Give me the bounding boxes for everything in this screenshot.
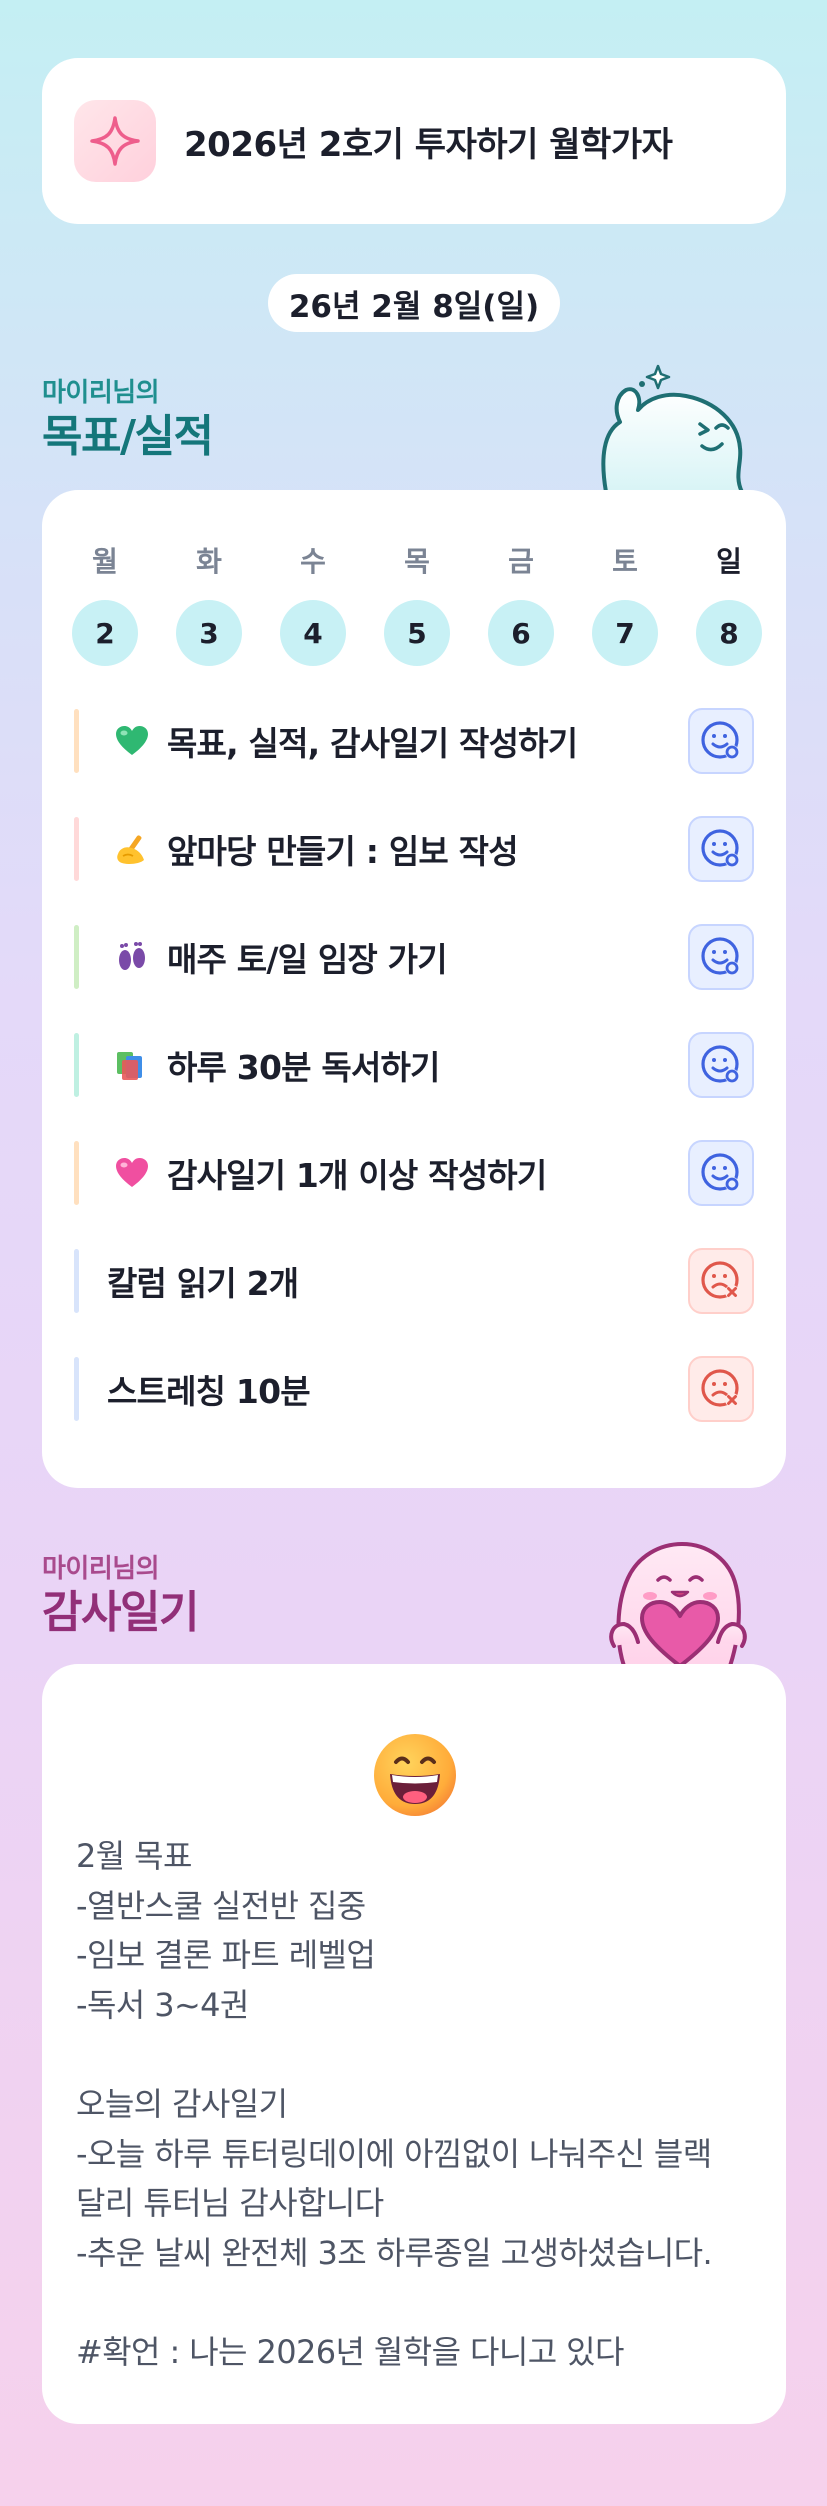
goal-item: 감사일기 1개 이상 작성하기	[74, 1138, 754, 1208]
status-done-button[interactable]	[688, 1032, 754, 1098]
status-done-button[interactable]	[688, 1140, 754, 1206]
writing-hand-icon	[113, 830, 151, 868]
sad-face-x-icon	[701, 1369, 739, 1407]
sparkle-icon	[74, 100, 156, 182]
smiley-check-icon	[701, 1153, 739, 1191]
diary-line: 달리 튜터님 감사합니다	[76, 2184, 384, 2223]
goal-label: 감사일기 1개 이상 작성하기	[167, 1156, 547, 1195]
green-heart-icon	[113, 722, 151, 760]
sad-face-x-icon	[701, 1261, 739, 1299]
goal-color-bar	[74, 1357, 79, 1421]
goal-color-bar	[74, 1249, 79, 1313]
status-not-done-button[interactable]	[688, 1248, 754, 1314]
status-done-button[interactable]	[688, 816, 754, 882]
diary-line: -추운 날씨 완전체 3조 하루종일 고생하셨습니다.	[76, 2233, 713, 2272]
smiley-check-icon	[701, 829, 739, 867]
day-monday[interactable]: 월 2	[72, 540, 138, 666]
diary-line	[76, 2030, 766, 2080]
day-name: 토	[612, 545, 638, 578]
status-done-button[interactable]	[688, 924, 754, 990]
goal-item: 칼럼 읽기 2개	[74, 1246, 754, 1316]
day-number[interactable]: 3	[176, 600, 242, 666]
day-number[interactable]: 4	[280, 600, 346, 666]
diary-text: 2월 목표 -열반스쿨 실전반 집중 -임보 결론 파트 레벨업 -독서 3~4…	[76, 1832, 766, 2378]
day-number[interactable]: 8	[696, 600, 762, 666]
day-name: 일	[716, 545, 742, 578]
diary-line: #확언 : 나는 2026년 월학을 다니고 있다	[76, 2332, 624, 2371]
goal-item: 앞마당 만들기 : 임보 작성	[74, 814, 754, 884]
goals-card: 월 2 화 3 수 4 목 5 금 6 토 7 일 8 목표, 실적, 감사일기…	[42, 490, 786, 1488]
day-number[interactable]: 6	[488, 600, 554, 666]
goal-label: 매주 토/일 임장 가기	[167, 940, 448, 979]
day-saturday[interactable]: 토 7	[592, 540, 658, 666]
smiley-check-icon	[701, 937, 739, 975]
grinning-face-icon	[374, 1734, 456, 1816]
day-name: 월	[92, 545, 118, 578]
day-tuesday[interactable]: 화 3	[176, 540, 242, 666]
goal-item: 하루 30분 독서하기	[74, 1030, 754, 1100]
diary-line: 오늘의 감사일기	[76, 2084, 288, 2123]
goal-label: 스트레칭 10분	[107, 1372, 311, 1411]
goal-label: 칼럼 읽기 2개	[107, 1264, 299, 1303]
goal-label: 앞마당 만들기 : 임보 작성	[167, 832, 519, 871]
diary-section-title: 감사일기	[42, 1587, 199, 1638]
diary-line: -오늘 하루 튜터링데이에 아낌없이 나눠주신 블랙	[76, 2134, 712, 2173]
goal-color-bar	[74, 817, 79, 881]
goal-color-bar	[74, 925, 79, 989]
day-name: 화	[196, 545, 222, 578]
goal-item: 스트레칭 10분	[74, 1354, 754, 1424]
diary-line: -열반스쿨 실전반 집중	[76, 1886, 366, 1925]
page-title: 2026년 2호기 투자하기 월학가자	[184, 124, 673, 165]
smiley-check-icon	[701, 721, 739, 759]
goal-item: 목표, 실적, 감사일기 작성하기	[74, 706, 754, 776]
header-card: 2026년 2호기 투자하기 월학가자	[42, 58, 786, 224]
books-icon	[113, 1046, 151, 1084]
heart-mascot-illustration	[609, 1542, 747, 1666]
day-wednesday[interactable]: 수 4	[280, 540, 346, 666]
mascot-illustration	[601, 364, 744, 492]
day-number[interactable]: 5	[384, 600, 450, 666]
goal-item: 매주 토/일 임장 가기	[74, 922, 754, 992]
footprints-icon	[113, 938, 151, 976]
week-day-selector: 월 2 화 3 수 4 목 5 금 6 토 7 일 8	[72, 540, 762, 666]
status-done-button[interactable]	[688, 708, 754, 774]
diary-line: -독서 3~4권	[76, 1985, 249, 2024]
day-number[interactable]: 2	[72, 600, 138, 666]
day-thursday[interactable]: 목 5	[384, 540, 450, 666]
day-sunday[interactable]: 일 8	[696, 540, 762, 666]
diary-card: 2월 목표 -열반스쿨 실전반 집중 -임보 결론 파트 레벨업 -독서 3~4…	[42, 1664, 786, 2424]
date-pill: 26년 2월 8일(일)	[268, 274, 560, 332]
goals-section-title: 목표/실적	[42, 411, 214, 462]
goal-label: 하루 30분 독서하기	[167, 1048, 440, 1087]
diary-line: 2월 목표	[76, 1837, 192, 1875]
status-not-done-button[interactable]	[688, 1356, 754, 1422]
day-name: 금	[508, 545, 534, 578]
day-name: 수	[300, 545, 326, 578]
smiley-check-icon	[701, 1045, 739, 1083]
diary-line: -임보 결론 파트 레벨업	[76, 1936, 376, 1975]
day-number[interactable]: 7	[592, 600, 658, 666]
day-friday[interactable]: 금 6	[488, 540, 554, 666]
pink-heart-icon	[113, 1154, 151, 1192]
diary-line	[76, 2278, 766, 2328]
goal-color-bar	[74, 1141, 79, 1205]
goal-color-bar	[74, 709, 79, 773]
goal-label: 목표, 실적, 감사일기 작성하기	[167, 724, 578, 763]
goal-color-bar	[74, 1033, 79, 1097]
day-name: 목	[404, 545, 430, 578]
